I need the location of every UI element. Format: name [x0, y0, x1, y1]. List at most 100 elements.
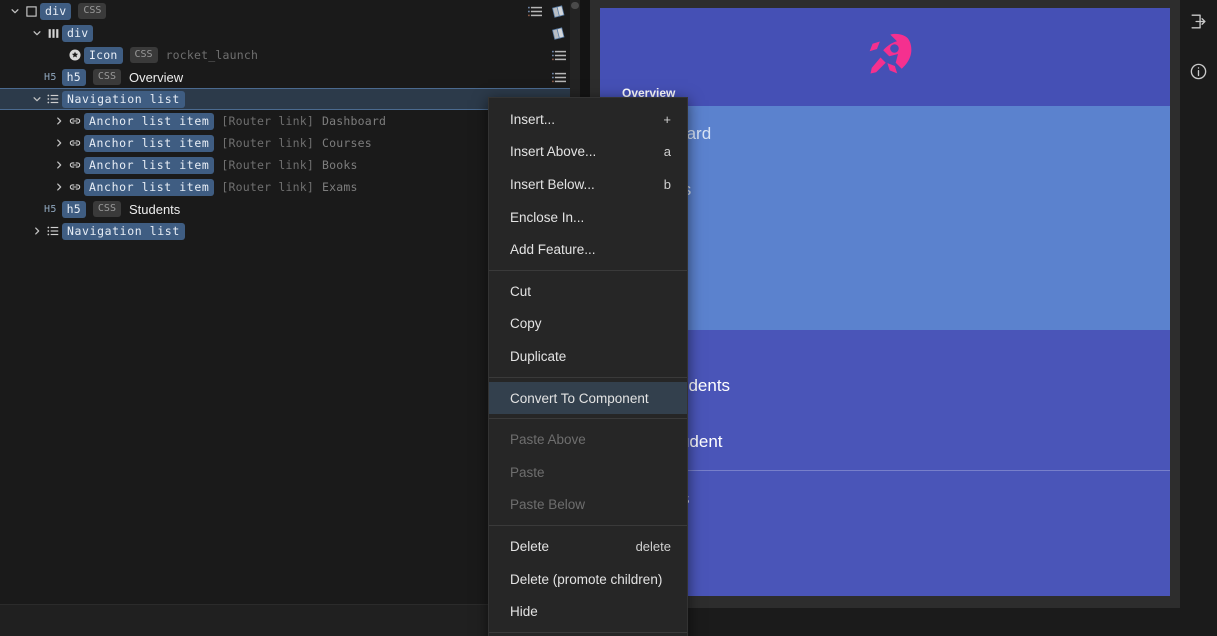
login-arrow-icon[interactable] — [1187, 9, 1211, 33]
menu-separator — [489, 376, 687, 378]
tree-row-chip[interactable]: div — [62, 24, 94, 42]
list-icon[interactable] — [528, 6, 542, 17]
tree-row-text: Students — [128, 201, 181, 217]
menu-item-label: Hide — [510, 604, 538, 620]
menu-item-insert[interactable]: Insert... + — [489, 103, 687, 136]
menu-item-enclose-in[interactable]: Enclose In... — [489, 201, 687, 234]
app-header: Overview — [600, 8, 1170, 106]
columns-icon — [44, 27, 62, 40]
menu-item-shortcut: b — [663, 176, 671, 192]
menu-separator — [489, 525, 687, 527]
chevron-right-icon[interactable] — [52, 116, 66, 126]
tree-row-chip[interactable]: Icon — [84, 46, 123, 64]
menu-item-insert-below[interactable]: Insert Below... b — [489, 168, 687, 201]
menu-item-label: Delete (promote children) — [510, 571, 663, 587]
list-bullets-icon — [44, 224, 62, 238]
tree-row-chip[interactable]: Anchor list item — [84, 134, 215, 152]
tree-row-actions — [528, 4, 566, 19]
tree-row-text: Overview — [128, 69, 184, 85]
menu-separator — [489, 269, 687, 271]
tree-row-text: rocket_launch — [165, 48, 259, 62]
menu-item-paste-below: Paste Below — [489, 489, 687, 522]
router-link-marker: [Router link] — [221, 114, 314, 128]
menu-item-label: Insert Above... — [510, 144, 597, 160]
list-icon[interactable] — [552, 72, 566, 83]
css-badge[interactable]: CSS — [92, 69, 121, 85]
chevron-down-icon[interactable] — [30, 28, 44, 38]
right-icon-rail — [1180, 0, 1217, 636]
menu-item-label: Paste Above — [510, 432, 586, 448]
tree-scrollbar-thumb[interactable] — [571, 2, 579, 9]
info-circle-icon[interactable] — [1187, 59, 1211, 83]
tree-row-chip[interactable]: h5 — [61, 68, 86, 86]
tree-row-actions — [552, 72, 566, 83]
menu-item-copy[interactable]: Copy — [489, 308, 687, 341]
tree-row-text: Exams — [322, 180, 358, 194]
router-link-marker: [Router link] — [221, 158, 314, 172]
chevron-down-icon[interactable] — [30, 94, 44, 104]
menu-item-add-feature[interactable]: Add Feature... — [489, 233, 687, 266]
menu-item-label: Insert... — [510, 111, 556, 127]
menu-item-insert-above[interactable]: Insert Above... a — [489, 136, 687, 169]
tree-row-chip[interactable]: Navigation list — [62, 222, 185, 240]
tree-row[interactable]: div — [0, 22, 580, 44]
menu-item-label: Copy — [510, 316, 542, 332]
tree-row-chip[interactable]: Navigation list — [62, 90, 185, 108]
css-badge[interactable]: CSS — [129, 47, 158, 63]
css-badge[interactable]: CSS — [78, 3, 107, 19]
chevron-down-icon[interactable] — [8, 6, 22, 16]
tree-row[interactable]: div CSS — [0, 0, 580, 22]
tree-row-chip[interactable]: Anchor list item — [84, 178, 215, 196]
link-icon — [66, 180, 84, 194]
menu-item-shortcut: delete — [635, 538, 671, 554]
menu-item-paste: Paste — [489, 456, 687, 489]
menu-separator — [489, 631, 687, 633]
menu-item-shortcut: a — [663, 144, 671, 160]
menu-item-label: Paste Below — [510, 497, 586, 513]
tree-row-actions — [551, 26, 566, 41]
tree-row[interactable]: Icon CSS rocket_launch — [0, 44, 580, 66]
rocket-icon — [869, 33, 912, 74]
list-icon[interactable] — [552, 50, 566, 61]
router-link-marker: [Router link] — [221, 136, 314, 150]
tree-row-actions — [552, 50, 566, 61]
tree-row-chip[interactable]: div — [40, 2, 72, 20]
tree-row-text: Courses — [322, 136, 372, 150]
menu-item-label: Convert To Component — [510, 390, 649, 406]
router-link-marker: [Router link] — [221, 180, 314, 194]
menu-item-label: Delete — [510, 538, 550, 554]
tree-row-chip[interactable]: Anchor list item — [84, 112, 215, 130]
menu-item-label: Add Feature... — [510, 242, 596, 258]
chevron-right-icon[interactable] — [30, 226, 44, 236]
menu-item-label: Cut — [510, 283, 532, 299]
menu-item-label: Duplicate — [510, 348, 567, 364]
tree-row-chip[interactable]: Anchor list item — [84, 156, 215, 174]
chevron-right-icon[interactable] — [52, 182, 66, 192]
tree-row-tag: H5 — [44, 71, 57, 83]
menu-item-cut[interactable]: Cut — [489, 275, 687, 308]
chevron-right-icon[interactable] — [52, 160, 66, 170]
list-bullets-icon — [44, 92, 62, 106]
tree-row[interactable]: H5 h5 CSS Overview — [0, 66, 580, 88]
app-root: div CSS div Icon CSS rocket_launch H5 h5 CSS Over… — [0, 0, 1217, 636]
menu-item-label: Paste — [510, 464, 545, 480]
tree-row-text: Books — [322, 158, 358, 172]
menu-item-label: Insert Below... — [510, 176, 595, 192]
chevron-right-icon[interactable] — [52, 138, 66, 148]
link-icon — [66, 136, 84, 150]
square-box-icon — [22, 5, 40, 18]
menu-item-delete[interactable]: Delete delete — [489, 530, 687, 563]
tree-row-chip[interactable]: h5 — [61, 200, 86, 218]
menu-item-label: Enclose In... — [510, 209, 585, 225]
link-icon — [66, 158, 84, 172]
tree-row-text: Dashboard — [322, 114, 387, 128]
menu-item-delete-promote-children[interactable]: Delete (promote children) — [489, 563, 687, 596]
menu-item-shortcut: + — [663, 111, 671, 127]
menu-item-hide[interactable]: Hide — [489, 595, 687, 628]
css-badge[interactable]: CSS — [92, 201, 121, 217]
book-icon[interactable] — [551, 4, 566, 19]
menu-item-convert-to-component[interactable]: Convert To Component — [489, 381, 687, 415]
context-menu[interactable]: Insert... + Insert Above... a Insert Below..… — [488, 97, 688, 636]
book-icon[interactable] — [551, 26, 566, 41]
menu-item-duplicate[interactable]: Duplicate — [489, 340, 687, 373]
